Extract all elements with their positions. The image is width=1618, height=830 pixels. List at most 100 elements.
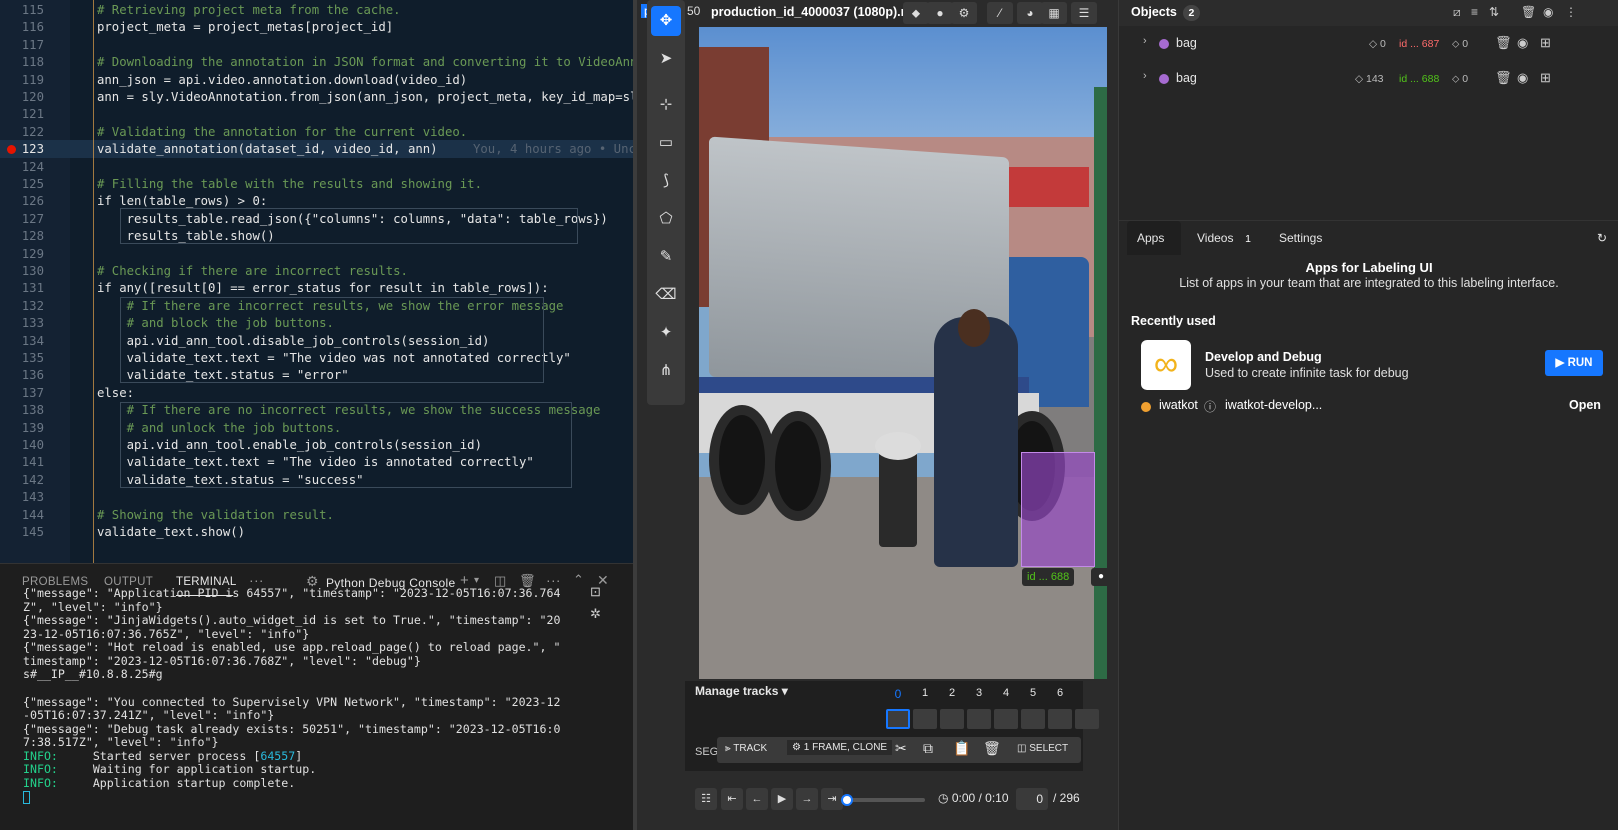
- last-frame-icon[interactable]: ⇥: [821, 788, 843, 810]
- brush-tool-icon[interactable]: ✎: [651, 242, 681, 272]
- code-line[interactable]: 121: [0, 105, 633, 123]
- playback-slider-knob[interactable]: [841, 794, 853, 806]
- frame-number[interactable]: 3: [969, 687, 989, 699]
- video-frame[interactable]: id ... 688 ●: [699, 27, 1107, 679]
- code-line[interactable]: 144 # Showing the validation result.: [0, 506, 633, 524]
- frame-number[interactable]: 2: [942, 687, 962, 699]
- info-icon[interactable]: ⓘ: [1204, 398, 1216, 415]
- magic-wand-icon[interactable]: ⁄: [987, 2, 1013, 24]
- frame-cell[interactable]: [940, 709, 964, 729]
- copy-icon[interactable]: ⧉: [923, 740, 933, 757]
- line-text: # Retrieving project meta from the cache…: [97, 3, 401, 17]
- code-line[interactable]: 131 if any([result[0] == error_status for…: [0, 279, 633, 297]
- frame-cell[interactable]: [994, 709, 1018, 729]
- grid-icon[interactable]: ▦: [1041, 2, 1067, 24]
- code-line[interactable]: 143: [0, 488, 633, 506]
- gear-icon[interactable]: ⚙: [951, 2, 977, 24]
- delete-icon[interactable]: 🗑: [983, 740, 1001, 757]
- code-line[interactable]: 116 project_meta = project_metas[project_…: [0, 18, 633, 36]
- chevron-right-icon[interactable]: ›: [1143, 70, 1147, 82]
- more-icon[interactable]: ⋮: [1565, 5, 1577, 19]
- tab-apps[interactable]: Apps: [1137, 231, 1164, 245]
- graph-tool-icon[interactable]: ⋔: [651, 356, 681, 386]
- polyline-tool-icon[interactable]: ⟆: [651, 166, 681, 196]
- code-line[interactable]: 119 ann_json = api.video.annotation.downl…: [0, 71, 633, 89]
- refresh-icon[interactable]: ↻: [1597, 231, 1607, 245]
- pan-tool-icon[interactable]: ✥: [651, 6, 681, 36]
- frame-cell[interactable]: [1048, 709, 1072, 729]
- frame-cell[interactable]: [913, 709, 937, 729]
- eye-icon[interactable]: ◉: [1517, 35, 1528, 51]
- code-line[interactable]: 120 ann = sly.VideoAnnotation.from_json(a…: [0, 88, 633, 106]
- point-tool-icon[interactable]: ⊹: [651, 90, 681, 120]
- code-line[interactable]: 115 # Retrieving project meta from the ca…: [0, 1, 633, 19]
- eraser-tool-icon[interactable]: ⌫: [651, 280, 681, 310]
- frame-number[interactable]: 5: [1023, 687, 1043, 699]
- rectangle-tool-icon[interactable]: ▭: [651, 128, 681, 158]
- sliders-icon[interactable]: ☰: [1071, 2, 1097, 24]
- chevron-right-icon[interactable]: ›: [1143, 35, 1147, 47]
- open-session-link[interactable]: Open: [1569, 398, 1601, 412]
- palette-icon[interactable]: ◕: [1017, 2, 1043, 24]
- prev-frame-icon[interactable]: ←: [746, 788, 768, 810]
- frame-number[interactable]: 0: [888, 687, 908, 701]
- frame-cell[interactable]: [886, 709, 910, 729]
- chevron-up-icon[interactable]: ⌃: [573, 572, 584, 588]
- frame-input[interactable]: 0: [1016, 788, 1048, 810]
- code-line[interactable]: 145 validate_text.show(): [0, 523, 633, 541]
- object-row[interactable]: › bag ◇ 143 id ... 688 ⬦ 0 🗑 ◉ ⊞: [1119, 62, 1618, 96]
- sort-icon[interactable]: ⇅: [1489, 5, 1499, 19]
- frame-number[interactable]: 6: [1050, 687, 1070, 699]
- play-icon[interactable]: ▶: [771, 788, 793, 810]
- first-frame-icon[interactable]: ⇤: [721, 788, 743, 810]
- delete-all-icon[interactable]: 🗑: [1521, 5, 1536, 19]
- tab-settings[interactable]: Settings: [1279, 231, 1322, 245]
- code-editor[interactable]: 115 # Retrieving project meta from the ca…: [0, 0, 633, 563]
- code-line[interactable]: 122 # Validating the annotation for the c…: [0, 123, 633, 141]
- code-line[interactable]: 124: [0, 158, 633, 176]
- frame-number[interactable]: 1: [915, 687, 935, 699]
- code-line[interactable]: 137 else:: [0, 384, 633, 402]
- scissors-icon[interactable]: ✂: [895, 740, 907, 757]
- polygon-tool-icon[interactable]: ⬠: [651, 204, 681, 234]
- user-icon[interactable]: ●: [927, 2, 953, 24]
- playback-settings-icon[interactable]: ☷: [695, 788, 717, 810]
- code-line[interactable]: 123 validate_annotation(dataset_id, video…: [0, 140, 633, 159]
- select-button[interactable]: ◫ SELECT: [1017, 743, 1068, 754]
- hide-all-icon[interactable]: ⧄: [1453, 5, 1461, 20]
- code-line[interactable]: 117: [0, 36, 633, 54]
- opacity-value[interactable]: 50: [687, 4, 700, 18]
- paste-icon[interactable]: 📋: [953, 740, 970, 757]
- delete-object-icon[interactable]: 🗑: [1495, 70, 1512, 86]
- run-button[interactable]: ▶ RUN: [1545, 350, 1603, 376]
- filter-icon[interactable]: ≡: [1471, 5, 1478, 19]
- visibility-icon[interactable]: ◉: [1543, 5, 1553, 19]
- bag-annotation[interactable]: [1021, 452, 1095, 567]
- next-frame-icon[interactable]: →: [796, 788, 818, 810]
- frame-cell[interactable]: [967, 709, 991, 729]
- frame-cell[interactable]: [1075, 709, 1099, 729]
- object-row[interactable]: › bag ◇ 0 id ... 687 ⬦ 0 🗑 ◉ ⊞: [1119, 27, 1618, 61]
- code-line[interactable]: 125 # Filling the table with the results …: [0, 175, 633, 193]
- track-button[interactable]: ⫸ TRACK: [725, 743, 767, 754]
- tab-videos[interactable]: Videos 1: [1197, 231, 1256, 247]
- delete-object-icon[interactable]: 🗑: [1495, 35, 1512, 51]
- object-user-icon[interactable]: ●: [1091, 568, 1107, 586]
- smart-tool-icon[interactable]: ✦: [651, 318, 681, 348]
- add-tag-icon[interactable]: ⊞: [1540, 35, 1551, 51]
- code-line[interactable]: 129: [0, 245, 633, 263]
- eye-icon[interactable]: ◉: [1517, 70, 1528, 86]
- select-tool-icon[interactable]: ➤: [651, 44, 681, 74]
- debug-console-icon[interactable]: ✲: [590, 606, 601, 622]
- code-line[interactable]: 130 # Checking if there are incorrect res…: [0, 262, 633, 280]
- code-line[interactable]: 118 # Downloading the annotation in JSON …: [0, 53, 633, 71]
- tag-icon[interactable]: ⬥: [903, 2, 929, 24]
- frame-cell[interactable]: [1021, 709, 1045, 729]
- manage-tracks-dropdown[interactable]: Manage tracks ▾: [695, 684, 788, 698]
- frame-number[interactable]: 4: [996, 687, 1016, 699]
- chevron-down-icon[interactable]: ▾: [474, 575, 479, 586]
- terminal-shell-icon[interactable]: ⊡: [590, 584, 601, 600]
- clone-button[interactable]: ⚙ 1 FRAME, CLONE: [787, 740, 893, 755]
- add-tag-icon[interactable]: ⊞: [1540, 70, 1551, 86]
- playback-slider[interactable]: [841, 794, 925, 806]
